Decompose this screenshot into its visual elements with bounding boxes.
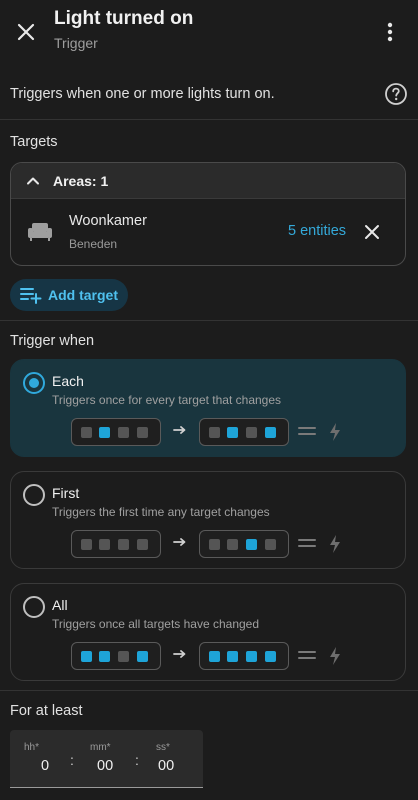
entities-link[interactable]: 5 entities [288,223,346,239]
chevron-up-icon [27,177,39,185]
lightning-bolt-icon [330,423,340,441]
target-unchanged-square [81,427,92,438]
trigger-option-first[interactable]: First Triggers the first time any target … [10,471,406,569]
divider [0,119,418,120]
close-icon [17,23,35,41]
target-unchanged-square [118,539,129,550]
time-separator: : [70,752,74,768]
arrow-right-icon [173,426,186,434]
target-changed-square [99,651,110,662]
target-changed-square [137,651,148,662]
time-separator: : [135,752,139,768]
seconds-label: ss* [156,742,170,753]
option-description: Triggers once all targets have changed [52,617,260,631]
target-unchanged-square [209,539,220,550]
areas-expander[interactable]: Areas: 1 [11,163,405,199]
state-sequence-to [199,530,289,558]
areas-count-label: Areas: 1 [53,173,109,189]
target-unchanged-square [246,427,257,438]
target-unchanged-square [81,539,92,550]
playlist-plus-icon [20,288,42,304]
help-circle-icon [385,83,407,105]
option-description: Triggers once for every target that chan… [52,393,282,407]
target-unchanged-square [118,427,129,438]
close-button[interactable] [10,16,42,48]
equals-icon [298,427,316,435]
divider [0,320,418,321]
sofa-icon [28,223,52,241]
target-unchanged-square [137,539,148,550]
radio-selected-dot [29,378,39,388]
trigger-description: Triggers when one or more lights turn on… [10,86,275,102]
lightning-bolt-icon [330,647,340,665]
targets-section-title: Targets [10,134,58,150]
radio-all[interactable] [23,596,45,618]
target-unchanged-square [265,539,276,550]
target-changed-square [265,651,276,662]
area-floor: Beneden [69,237,118,251]
equals-icon [298,539,316,547]
area-name: Woonkamer [69,213,147,229]
state-sequence-from [71,530,161,558]
target-changed-square [227,427,238,438]
seconds-field[interactable]: 00 [158,758,174,774]
equals-icon [298,651,316,659]
radio-first[interactable] [23,484,45,506]
help-button[interactable] [384,82,408,106]
add-target-label: Add target [48,287,118,303]
minutes-label: mm* [90,742,111,753]
option-description: Triggers the first time any target chang… [52,505,270,519]
add-target-button[interactable]: Add target [10,279,128,311]
trigger-when-section-title: Trigger when [10,333,95,349]
target-unchanged-square [227,539,238,550]
lightning-bolt-icon [330,535,340,553]
more-options-button[interactable] [376,16,404,48]
targets-panel: Areas: 1 Woonkamer Beneden 5 entities [10,162,406,266]
target-unchanged-square [137,427,148,438]
target-changed-square [246,539,257,550]
hours-field[interactable]: 0 [41,758,49,774]
radio-each[interactable] [23,372,45,394]
option-label: Each [52,373,84,389]
target-changed-square [227,651,238,662]
divider [0,690,418,691]
trigger-option-each[interactable]: Each Triggers once for every target that … [10,359,406,457]
state-sequence-to [199,642,289,670]
target-unchanged-square [209,427,220,438]
remove-area-button[interactable] [359,219,385,245]
arrow-right-icon [173,538,186,546]
duration-input[interactable]: hh* 0 : mm* 00 : ss* 00 [10,730,203,788]
arrow-right-icon [173,650,186,658]
more-vert-icon [387,22,393,42]
page-title: Light turned on [54,8,194,29]
target-changed-square [209,651,220,662]
hours-label: hh* [24,742,40,753]
option-label: All [52,597,68,613]
trigger-option-all[interactable]: All Triggers once all targets have change… [10,583,406,681]
target-changed-square [246,651,257,662]
target-changed-square [265,427,276,438]
state-sequence-from [71,418,161,446]
option-label: First [52,485,80,501]
target-unchanged-square [118,651,129,662]
minutes-field[interactable]: 00 [97,758,113,774]
close-icon [365,225,379,239]
target-changed-square [81,651,92,662]
page-subtitle: Trigger [54,35,98,51]
state-sequence-to [199,418,289,446]
state-sequence-from [71,642,161,670]
dialog-header: Light turned on Trigger [0,0,418,64]
target-changed-square [99,427,110,438]
target-unchanged-square [99,539,110,550]
area-row: Woonkamer Beneden 5 entities [11,199,405,265]
for-at-least-section-title: For at least [10,703,83,719]
